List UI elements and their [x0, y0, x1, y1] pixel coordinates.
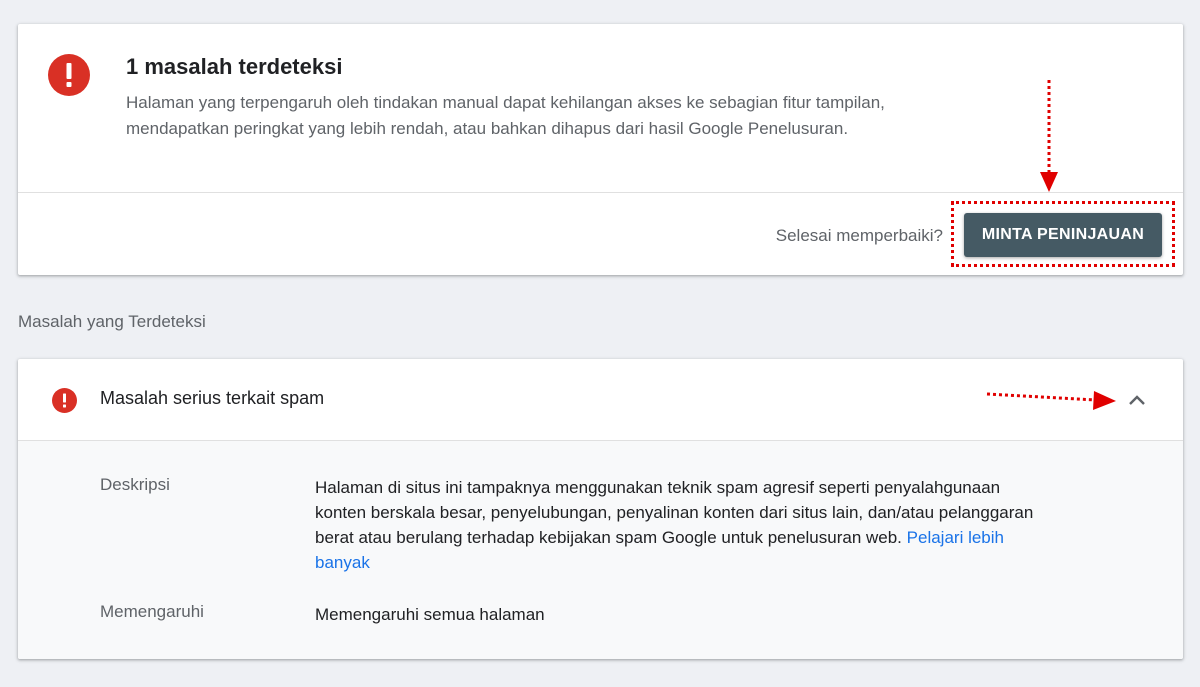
affects-value: Memengaruhi semua halaman: [315, 605, 545, 624]
description-label: Deskripsi: [100, 475, 170, 494]
summary-card: 1 masalah terdeteksi Halaman yang terpen…: [18, 24, 1183, 275]
section-label: Masalah yang Terdeteksi: [18, 312, 206, 331]
issue-title: Masalah serius terkait spam: [100, 388, 325, 408]
request-review-button[interactable]: MINTA PENINJAUAN: [964, 213, 1162, 257]
divider: [18, 192, 1183, 193]
chevron-up-icon[interactable]: [1123, 387, 1151, 413]
description-value: Halaman di situs ini tampaknya menggunak…: [315, 475, 1055, 575]
fixed-question-label: Selesai memperbaiki?: [775, 226, 943, 245]
error-icon: [52, 388, 77, 413]
affects-label: Memengaruhi: [100, 602, 204, 621]
issue-header[interactable]: Masalah serius terkait spam: [18, 359, 1183, 440]
issue-card: Masalah serius terkait spam Deskripsi Ha…: [18, 359, 1183, 659]
issue-details: Deskripsi Halaman di situs ini tampaknya…: [18, 441, 1183, 659]
summary-description: Halaman yang terpengaruh oleh tindakan m…: [126, 93, 885, 138]
summary-title: 1 masalah terdeteksi: [126, 54, 343, 79]
error-icon: [48, 54, 90, 96]
